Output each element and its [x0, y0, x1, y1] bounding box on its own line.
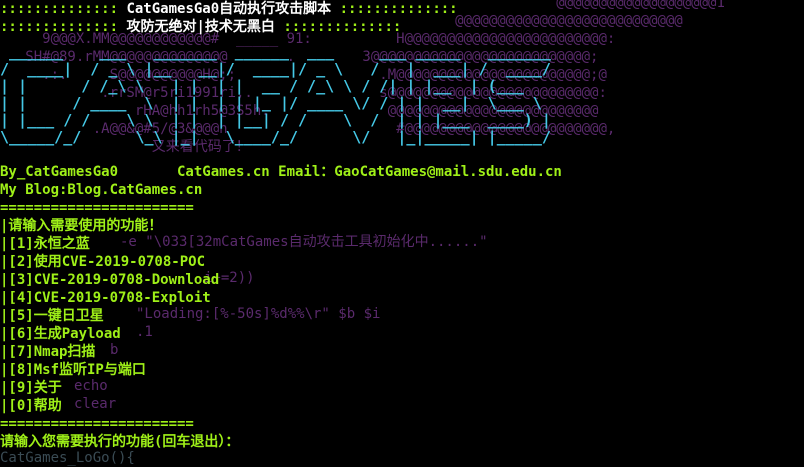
header-colons: :::::::::::::: — [0, 19, 119, 35]
separator-bottom: ======================= — [0, 416, 194, 432]
menu-item-9: |[9]关于 — [0, 380, 62, 396]
header-title: CatGamesGa0自动执行攻击脚本 — [126, 1, 332, 17]
menu-item-6: |[6]生成Payload — [0, 326, 121, 342]
ghost-code-line: "Loading:[%-50s]%d%%\r" $b $i — [136, 306, 381, 322]
blog-line: My Blog:Blog.CatGames.cn — [0, 182, 203, 198]
header-line-1: :::::::::::::: CatGamesGa0自动执行攻击脚本 :::::… — [0, 0, 458, 18]
ascii-art-line: ______ ___ _______ ______ ___ ___ _____ … — [0, 43, 551, 61]
separator-top: ======================= — [0, 200, 194, 216]
ghost-code-line: echo — [74, 378, 108, 394]
menu-item-3: |[3]CVE-2019-0708-Download — [0, 272, 220, 288]
ghost-code-line: CatGames_LoGo(){ — [0, 450, 135, 466]
input-prompt[interactable]: 请输入您需要执行的功能(回车退出）： — [0, 433, 239, 451]
menu-item-0: |[0]帮助 — [0, 398, 62, 414]
ascii-art-line: \_____/_/ \_\ |_| \____/_/ \/ |_|_____| … — [0, 128, 551, 146]
menu-prompt: |请输入需要使用的功能！ — [0, 218, 163, 234]
ghost-code-line: clear — [74, 396, 117, 412]
menu-item-1: |[1]永恒之蓝 — [0, 236, 90, 252]
menu-item-4: |[4]CVE-2019-0708-Exploit — [0, 290, 211, 306]
menu-item-5: |[5]一键日卫星 — [0, 308, 104, 324]
header-colons: :::::::::::::: — [0, 1, 119, 17]
ghost-code-line: b — [110, 342, 119, 358]
header-colons: :::::::::::::: — [283, 19, 402, 35]
menu-item-7: |[7]Nmap扫描 — [0, 344, 96, 360]
menu-item-2: |[2]使用CVE-2019-0708-POC — [0, 254, 206, 270]
ascii-art-line: | |___ / / \ \ | | | |__| / / \ / | | |_… — [0, 111, 551, 129]
terminal-window[interactable]: @@@@@@@@@@@@@@@@@@@1 @@@@@@@@@@@@@@@@@@@… — [0, 0, 804, 467]
menu-item-8: |[8]Msf监听IP与端口 — [0, 362, 146, 378]
header-subtitle: 攻防无绝对|技术无黑白 — [126, 19, 275, 35]
header-colons: :::::::::::::: — [339, 1, 458, 17]
ghost-code-line: .1 — [136, 324, 153, 340]
ascii-art-line: / ____| / _ \ |__ __|/ ____|/ _ \ / | __… — [0, 60, 551, 78]
author-line: By_CatGamesGa0 CatGames.cn Email：GaoCatG… — [0, 164, 562, 180]
ghost-code-line: -e "\033[32mCatGames自动攻击工具初始化中......" — [120, 234, 488, 250]
header-line-2: :::::::::::::: 攻防无绝对|技术无黑白 :::::::::::::… — [0, 18, 401, 36]
ascii-art-line: | | / /_\ \ | | | | __ / /_\ \ / /| | |_… — [0, 77, 533, 95]
ascii-art-line: | | / ____ \ | | | | |_ |/ ____ \/ / | |… — [0, 94, 542, 112]
